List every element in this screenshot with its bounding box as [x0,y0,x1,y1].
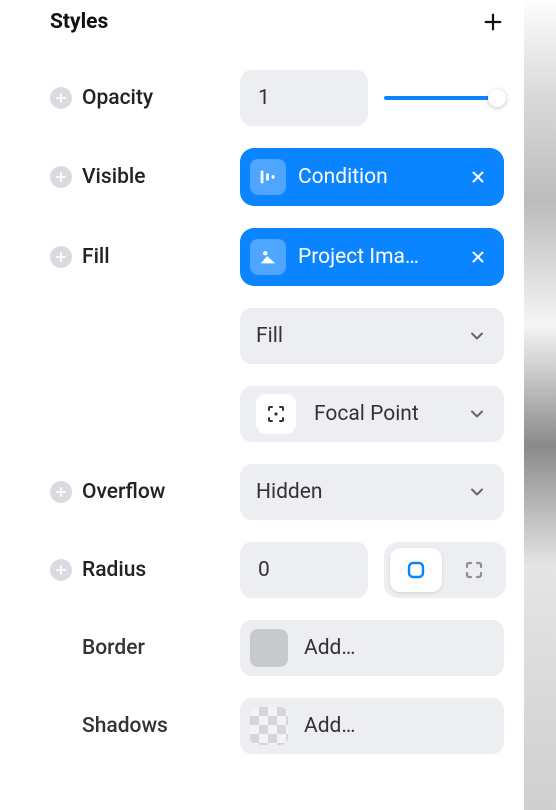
opacity-label: Opacity [82,86,153,110]
radius-label: Radius [82,558,146,582]
overflow-label: Overflow [82,480,165,504]
radius-row: Radius 0 [50,542,524,598]
border-label: Border [82,636,145,660]
add-variant-button-radius[interactable] [50,559,72,581]
border-add-button[interactable]: Add… [240,620,504,676]
chevron-down-icon [466,481,488,503]
shadows-label: Shadows [82,714,168,738]
shadows-row: Shadows Add… [50,698,524,754]
fill-chip-remove[interactable] [466,245,490,269]
section-title: Styles [50,10,108,34]
canvas-preview-edge [524,0,556,810]
shadows-swatch [250,707,288,745]
add-variant-button-opacity[interactable] [50,87,72,109]
visible-condition-chip[interactable]: Condition [240,148,504,206]
radius-per-corner-button[interactable] [448,548,500,592]
add-variant-button-fill[interactable] [50,246,72,268]
shadows-add-button[interactable]: Add… [240,698,504,754]
fill-label: Fill [82,245,110,269]
visible-row: Visible Condition [50,148,524,206]
focal-point-icon [256,394,296,434]
overflow-select[interactable]: Hidden [240,464,504,520]
visible-label: Visible [82,165,145,189]
radius-input[interactable]: 0 [240,542,368,598]
styles-panel: Styles Opacity 1 Visible [0,0,524,810]
fill-focal-select[interactable]: Focal Point [240,386,504,442]
opacity-row: Opacity 1 [50,70,524,126]
fill-row: Fill Project Ima… Fill [50,228,524,442]
chevron-down-icon [466,325,488,347]
fill-chip-label: Project Ima… [298,245,454,269]
add-style-button[interactable] [482,11,504,33]
chevron-down-icon [466,403,488,425]
fill-fit-select[interactable]: Fill [240,308,504,364]
visible-chip-label: Condition [298,165,454,189]
border-row: Border Add… [50,620,524,676]
opacity-slider[interactable] [384,88,504,108]
opacity-input[interactable]: 1 [240,70,368,126]
condition-icon [250,159,286,195]
visible-chip-remove[interactable] [466,165,490,189]
section-header: Styles [50,10,524,34]
overflow-row: Overflow Hidden [50,464,524,520]
fill-image-chip[interactable]: Project Ima… [240,228,504,286]
radius-uniform-button[interactable] [390,548,442,592]
add-variant-button-overflow[interactable] [50,481,72,503]
border-swatch [250,629,288,667]
add-variant-button-visible[interactable] [50,166,72,188]
slider-thumb[interactable] [488,89,506,107]
radius-mode-segment [384,542,506,598]
image-icon [250,239,286,275]
